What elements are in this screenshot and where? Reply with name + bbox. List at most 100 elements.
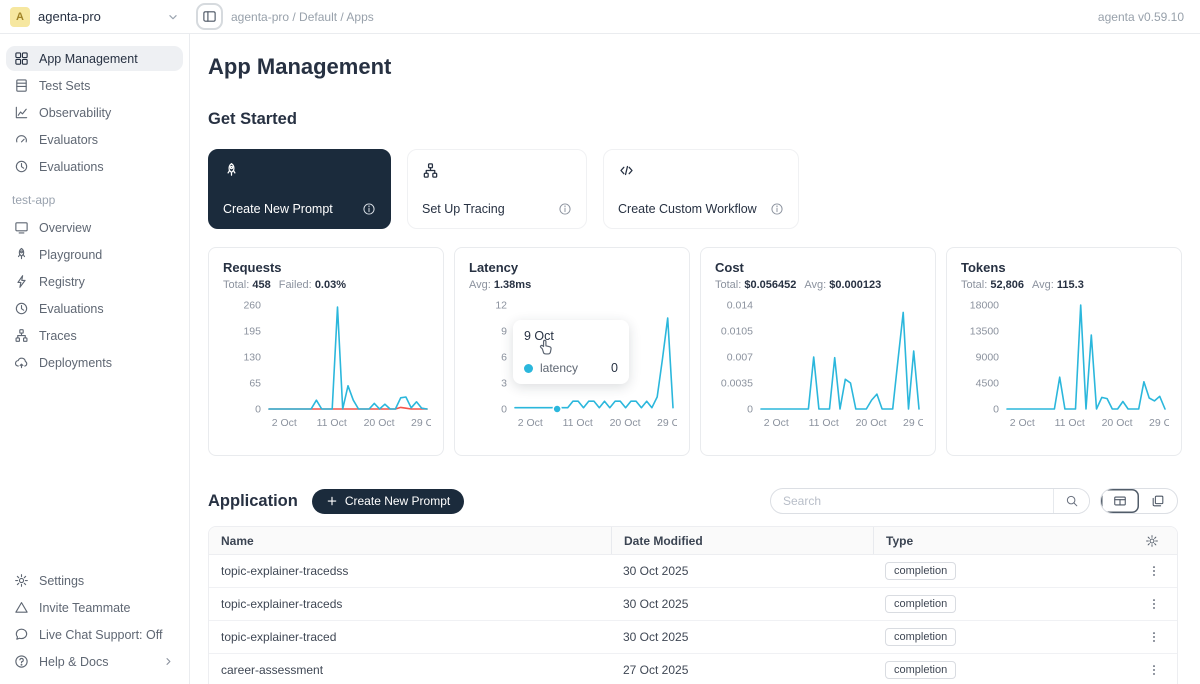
sidebar-footer-item-live-chat-support-off[interactable]: Live Chat Support: Off <box>6 622 183 647</box>
nav-item-label: Registry <box>39 275 85 289</box>
column-header-name[interactable]: Name <box>209 534 611 548</box>
info-icon[interactable] <box>362 202 376 216</box>
sidebar-footer-item-help-docs[interactable]: Help & Docs <box>6 649 183 674</box>
svg-text:260: 260 <box>243 300 261 312</box>
type-badge: completion <box>885 661 956 679</box>
search-button[interactable] <box>1053 489 1089 513</box>
series-cost <box>761 312 919 409</box>
metric-chart[interactable]: 00.00350.0070.01050.0142 Oct11 Oct20 Oct… <box>715 291 923 439</box>
sidebar-item-evaluations[interactable]: Evaluations <box>6 296 183 321</box>
chat-icon <box>14 627 29 642</box>
table-view-toggle[interactable] <box>1101 489 1139 513</box>
overview-icon <box>14 220 29 235</box>
svg-text:0: 0 <box>255 404 261 416</box>
nav-item-label: Live Chat Support: Off <box>39 628 162 642</box>
nav-item-label: Evaluations <box>39 302 104 316</box>
tracing-icon <box>422 162 572 179</box>
svg-text:4500: 4500 <box>976 378 1000 390</box>
svg-text:2 Oct: 2 Oct <box>1010 417 1035 429</box>
series-dot <box>524 364 533 373</box>
app-date-modified: 27 Oct 2025 <box>611 663 873 677</box>
sidebar-item-test-sets[interactable]: Test Sets <box>6 73 183 98</box>
create-new-prompt-button[interactable]: Create New Prompt <box>312 489 464 514</box>
series-requests <box>269 307 427 409</box>
stat-value: 115.3 <box>1057 279 1084 291</box>
observability-icon <box>14 105 29 120</box>
card-view-toggle[interactable] <box>1139 489 1177 513</box>
table-row[interactable]: topic-explainer-tracedss30 Oct 2025compl… <box>209 555 1177 588</box>
series-tokens <box>1007 305 1165 409</box>
sidebar-footer-item-invite-teammate[interactable]: Invite Teammate <box>6 595 183 620</box>
svg-text:0.007: 0.007 <box>727 352 753 364</box>
svg-text:130: 130 <box>243 352 261 364</box>
metric-card-latency: LatencyAvg: 1.38ms0369122 Oct11 Oct20 Oc… <box>454 247 690 456</box>
workspace-name: agenta-pro <box>38 9 101 24</box>
row-menu-button[interactable] <box>1147 630 1177 644</box>
table-controls <box>770 488 1178 514</box>
sidebar-toggle-button[interactable] <box>196 3 223 30</box>
metric-card-tokens: TokensTotal: 52,806Avg: 115.304500900013… <box>946 247 1182 456</box>
stat-label: Avg: <box>469 279 491 291</box>
sidebar-item-app-management[interactable]: App Management <box>6 46 183 71</box>
nav-item-label: App Management <box>39 52 138 66</box>
create-new-prompt-label: Create New Prompt <box>345 494 450 508</box>
sidebar-item-evaluations[interactable]: Evaluations <box>6 154 183 179</box>
column-settings-button[interactable] <box>1145 534 1177 548</box>
sidebar-item-overview[interactable]: Overview <box>6 215 183 240</box>
sidebar-item-evaluators[interactable]: Evaluators <box>6 127 183 152</box>
sidebar-app-nav: OverviewPlayground Registry Evaluations Tra… <box>6 215 183 377</box>
application-header: Application Create New Prompt <box>208 488 1178 514</box>
sidebar-item-traces[interactable]: Traces <box>6 323 183 348</box>
svg-text:0: 0 <box>747 404 753 416</box>
nav-item-label: Evaluations <box>39 160 104 174</box>
app-version: agenta v0.59.10 <box>1098 10 1200 24</box>
stat-value: 0.03% <box>315 279 346 291</box>
chart-tooltip: 9 Octlatency0 <box>513 320 629 384</box>
get-started-card-set-up-tracing[interactable]: Set Up Tracing <box>407 149 587 229</box>
metric-stats: Total: 458Failed: 0.03% <box>223 279 429 291</box>
svg-text:2 Oct: 2 Oct <box>272 417 297 429</box>
get-started-card-create-new-prompt[interactable]: Create New Prompt <box>208 149 391 229</box>
metrics-cards: RequestsTotal: 458Failed: 0.03%065130195… <box>208 247 1178 456</box>
svg-text:29 Oct: 29 Oct <box>411 417 431 429</box>
metric-card-cost: CostTotal: $0.056452Avg: $0.00012300.003… <box>700 247 936 456</box>
nav-item-label: Invite Teammate <box>39 601 130 615</box>
metric-stats: Avg: 1.38ms <box>469 279 675 291</box>
get-started-card-label: Set Up Tracing <box>422 202 505 216</box>
table-row[interactable]: career-assessment27 Oct 2025completion <box>209 654 1177 684</box>
table-row[interactable]: topic-explainer-traceds30 Oct 2025comple… <box>209 588 1177 621</box>
sidebar-item-observability[interactable]: Observability <box>6 100 183 125</box>
metric-chart[interactable]: 04500900013500180002 Oct11 Oct20 Oct29 O… <box>961 291 1169 439</box>
info-icon[interactable] <box>558 202 572 216</box>
code-icon <box>618 162 784 179</box>
info-icon[interactable] <box>770 202 784 216</box>
sidebar-item-deployments[interactable]: Deployments <box>6 350 183 375</box>
metric-chart[interactable]: 0651301952602 Oct11 Oct20 Oct29 Oct <box>223 291 431 439</box>
sidebar-item-playground[interactable]: Playground <box>6 242 183 267</box>
svg-text:12: 12 <box>495 300 507 312</box>
metric-title: Requests <box>223 260 429 275</box>
sidebar-item-registry[interactable]: Registry <box>6 269 183 294</box>
row-menu-button[interactable] <box>1147 564 1177 578</box>
sidebar-spacer <box>6 377 183 568</box>
get-started-cards: Create New Prompt Set Up Tracing Create Cu… <box>208 149 1178 229</box>
table-view-icon <box>1113 494 1127 508</box>
app-date-modified: 30 Oct 2025 <box>611 630 873 644</box>
row-menu-button[interactable] <box>1147 663 1177 677</box>
sidebar-footer-nav: Settings Invite Teammate Live Chat Support… <box>6 568 183 676</box>
type-badge: completion <box>885 562 956 580</box>
rocket-icon <box>223 162 376 179</box>
column-header-type[interactable]: Type <box>873 527 1093 554</box>
stat-label: Avg: <box>1032 279 1054 291</box>
row-menu-button[interactable] <box>1147 597 1177 611</box>
search-input[interactable] <box>771 494 1053 508</box>
workspace-selector[interactable]: A agenta-pro <box>0 7 190 27</box>
stat-label: Total: <box>961 279 987 291</box>
hovered-point <box>553 405 561 413</box>
sidebar-footer-item-settings[interactable]: Settings <box>6 568 183 593</box>
column-header-date-modified[interactable]: Date Modified <box>611 527 873 554</box>
table-row[interactable]: topic-explainer-traced30 Oct 2025complet… <box>209 621 1177 654</box>
top-bar: A agenta-pro agenta-pro / Default / Apps… <box>0 0 1200 34</box>
metric-title: Tokens <box>961 260 1167 275</box>
get-started-card-create-custom-workflow[interactable]: Create Custom Workflow <box>603 149 799 229</box>
